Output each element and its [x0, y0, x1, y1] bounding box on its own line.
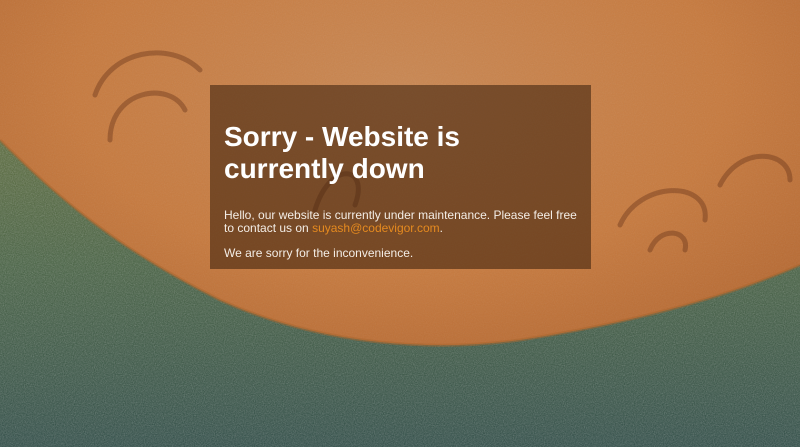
apology-text: We are sorry for the inconvenience. — [224, 246, 414, 260]
page-title: Sorry - Website is currently down — [224, 121, 461, 184]
maintenance-message: Hello, our website is currently under ma… — [224, 209, 577, 235]
maintenance-card: Sorry - Website is currently down Hello,… — [210, 85, 591, 269]
message-period: . — [439, 221, 443, 235]
contact-email-link[interactable]: suyash@codevigor.com — [312, 221, 440, 235]
